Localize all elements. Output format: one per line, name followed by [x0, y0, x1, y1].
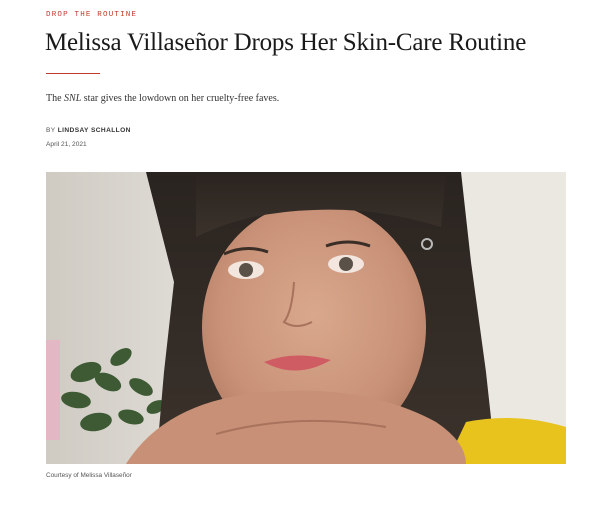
- dek-prefix: The: [46, 93, 65, 104]
- dek-suffix: star gives the lowdown on her cruelty-fr…: [81, 93, 280, 104]
- pink-vase: [46, 340, 60, 440]
- publish-date: April 21, 2021: [46, 141, 87, 148]
- portrait-photo: [46, 172, 566, 464]
- section-kicker-link[interactable]: DROP THE ROUTINE: [46, 11, 137, 19]
- headline-divider: [46, 73, 100, 74]
- hero-image: [46, 172, 566, 464]
- byline: BY LINDSAY SCHALLON: [46, 127, 131, 134]
- dek-show-name: SNL: [64, 93, 82, 104]
- article-dek: The SNL star gives the lowdown on her cr…: [46, 93, 279, 104]
- byline-prefix: BY: [46, 127, 58, 134]
- author-link[interactable]: LINDSAY SCHALLON: [58, 127, 131, 134]
- article-headline: Melissa Villaseñor Drops Her Skin-Care R…: [45, 29, 527, 56]
- image-caption: Courtesy of Melissa Villaseñor: [46, 472, 132, 479]
